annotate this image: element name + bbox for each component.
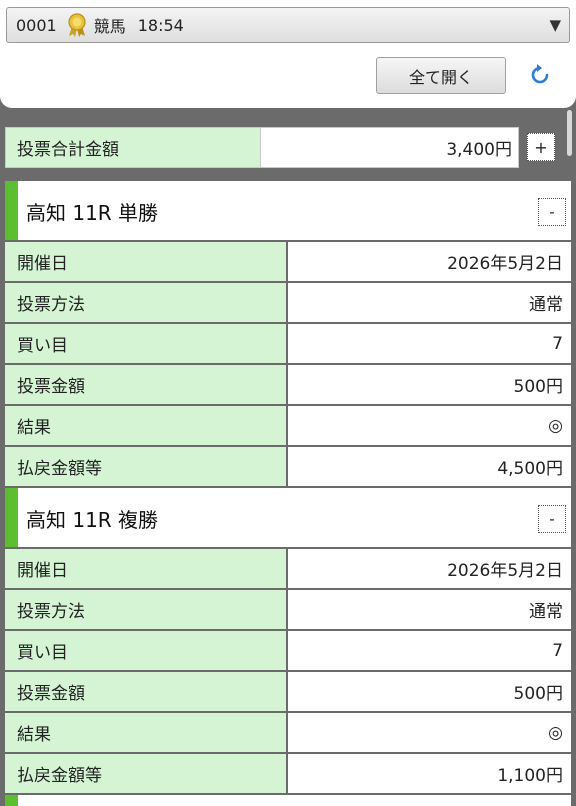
total-amount-row: 投票合計金額 3,400円 +: [5, 127, 562, 168]
section-header[interactable]: 高知 11R 複勝 -: [5, 488, 571, 547]
table-row: 払戻金額等 4,500円: [5, 445, 571, 486]
row-value: 7: [288, 631, 571, 670]
row-value: 通常: [288, 283, 571, 322]
section-title: 高知 11R 複勝: [26, 508, 159, 532]
table-row: 買い目 7: [5, 629, 571, 670]
total-label: 投票合計金額: [5, 127, 261, 168]
row-label: 投票金額: [5, 365, 286, 404]
bet-section-1: 高知 11R 単勝 - 開催日 2026年5月2日 投票方法 通常 買い目 7 …: [5, 181, 571, 486]
row-label: 開催日: [5, 242, 286, 281]
table-row: 払戻金額等 1,100円: [5, 752, 571, 793]
row-label: 結果: [5, 713, 286, 752]
row-value: 500円: [288, 672, 571, 711]
row-label: 開催日: [5, 549, 286, 588]
row-value: 2026年5月2日: [288, 242, 571, 281]
row-value: 通常: [288, 590, 571, 629]
row-label: 払戻金額等: [5, 447, 286, 486]
table-row: 投票金額 500円: [5, 363, 571, 404]
table-row: 結果 ◎: [5, 711, 571, 752]
table-row: 結果 ◎: [5, 404, 571, 445]
row-value: 4,500円: [288, 447, 571, 486]
table-row: 買い目 7: [5, 322, 571, 363]
row-label: 買い目: [5, 324, 286, 363]
total-value: 3,400円: [261, 127, 519, 168]
row-label: 投票方法: [5, 283, 286, 322]
table-row: 開催日 2026年5月2日: [5, 547, 571, 588]
collapse-section-button[interactable]: -: [538, 198, 566, 226]
row-label: 結果: [5, 406, 286, 445]
select-time: 18:54: [137, 15, 184, 35]
refresh-icon[interactable]: [525, 60, 555, 90]
top-toolbar: 0001 競馬 18:54 ▼ 全て開く: [0, 0, 576, 108]
row-label: 投票方法: [5, 590, 286, 629]
table-row: 投票方法 通常: [5, 281, 571, 322]
row-value: ◎: [288, 406, 571, 445]
account-select[interactable]: 0001 競馬 18:54 ▼: [6, 7, 570, 43]
collapse-section-button[interactable]: -: [538, 505, 566, 533]
table-row: 開催日 2026年5月2日: [5, 240, 571, 281]
row-value: ◎: [288, 713, 571, 752]
select-id: 0001: [16, 15, 57, 35]
bet-section-2: 高知 11R 複勝 - 開催日 2026年5月2日 投票方法 通常 買い目 7 …: [5, 488, 571, 793]
row-value: 2026年5月2日: [288, 549, 571, 588]
medal-icon: [68, 13, 86, 37]
section-title: 高知 11R 単勝: [26, 201, 159, 225]
row-label: 買い目: [5, 631, 286, 670]
row-value: 7: [288, 324, 571, 363]
open-all-button[interactable]: 全て開く: [376, 57, 506, 94]
expand-total-button[interactable]: +: [527, 133, 555, 161]
row-label: 投票金額: [5, 672, 286, 711]
next-section-peek: [5, 795, 571, 806]
select-category: 競馬: [93, 17, 126, 36]
table-row: 投票金額 500円: [5, 670, 571, 711]
section-header[interactable]: 高知 11R 単勝 -: [5, 181, 571, 240]
table-row: 投票方法 通常: [5, 588, 571, 629]
row-value: 1,100円: [288, 754, 571, 793]
scrollbar[interactable]: [567, 110, 572, 156]
dropdown-arrow-icon: ▼: [549, 16, 561, 34]
row-value: 500円: [288, 365, 571, 404]
row-label: 払戻金額等: [5, 754, 286, 793]
